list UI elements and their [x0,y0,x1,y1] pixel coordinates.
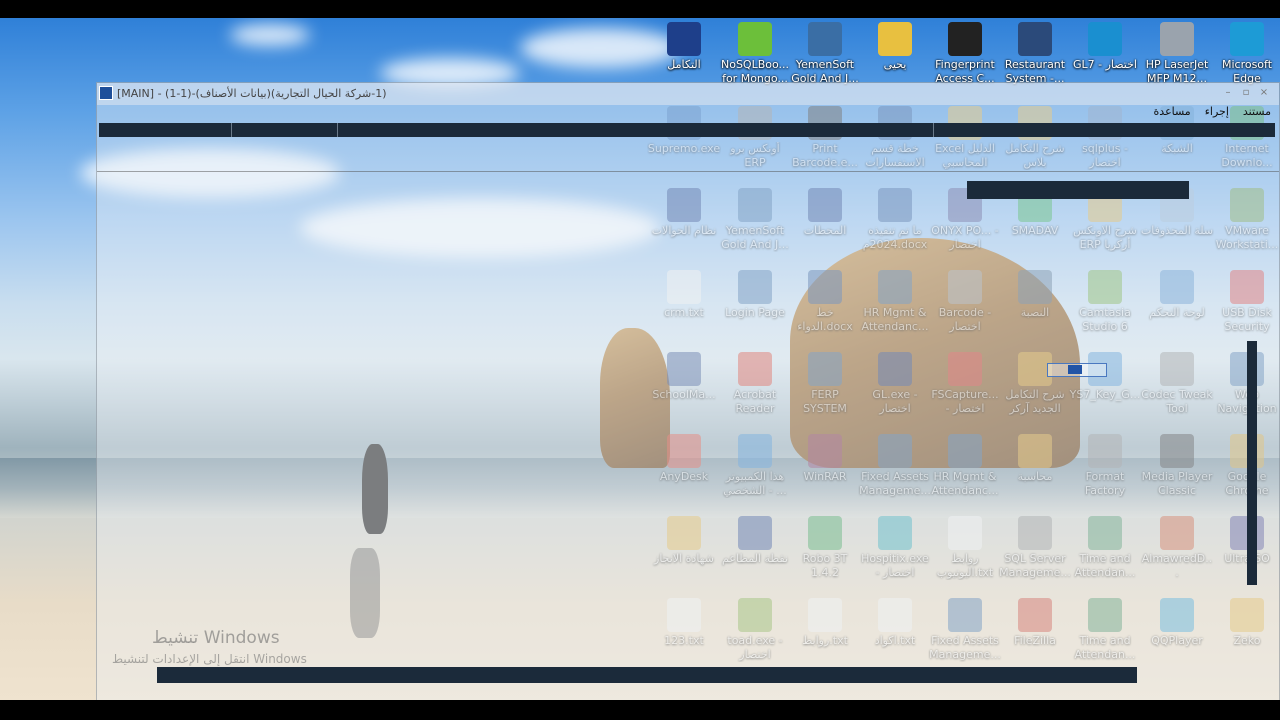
menu-help[interactable]: مساعدة [1154,105,1191,123]
app-window-title: [MAIN] - (1-1)-(بيانات الأصناف)(1-شركة ا… [117,87,387,100]
letterbox-top [0,0,1280,18]
dark-panel [967,181,1189,199]
desktop-app-icon [1088,22,1122,56]
vertical-scrollbar[interactable] [1247,341,1257,585]
app-icon [99,86,113,100]
minimize-button[interactable]: – [1221,86,1235,100]
toolbar-separator [337,123,338,137]
wallpaper-cloud [230,24,310,46]
desktop-app-icon [948,22,982,56]
menu-document[interactable]: مستند [1243,105,1271,123]
field-cursor [1068,365,1082,374]
desktop-app-icon [667,22,701,56]
desktop-app-icon [738,22,772,56]
desktop-app-icon [878,22,912,56]
desktop-app-icon [1160,22,1194,56]
toolbar-separator [231,123,232,137]
app-window[interactable]: [MAIN] - (1-1)-(بيانات الأصناف)(1-شركة ا… [96,82,1280,700]
windows-activation-title: تنشيط Windows [152,628,280,648]
small-input-field[interactable] [1047,363,1107,377]
desktop[interactable]: التكامل NoSQLBoo... for Mongo... YemenSoft… [0,18,1280,700]
desktop-app-icon [1018,22,1052,56]
letterbox-bottom [0,700,1280,720]
windows-activation-subtitle: انتقل إلى الإعدادات لتنشيط Windows [112,652,307,666]
menu-action[interactable]: إجراء [1205,105,1229,123]
toolbar-separator [933,123,934,137]
maximize-button[interactable]: ▫ [1239,86,1253,100]
close-button[interactable]: × [1257,86,1271,100]
desktop-app-icon [808,22,842,56]
desktop-app-icon [1230,22,1264,56]
toolbar-strip[interactable] [99,123,1275,137]
bottom-status-strip [157,667,1137,683]
window-divider [97,171,1279,172]
menu-bar: مستند إجراء مساعدة [1154,105,1271,123]
app-window-titlebar[interactable]: [MAIN] - (1-1)-(بيانات الأصناف)(1-شركة ا… [97,83,1279,105]
